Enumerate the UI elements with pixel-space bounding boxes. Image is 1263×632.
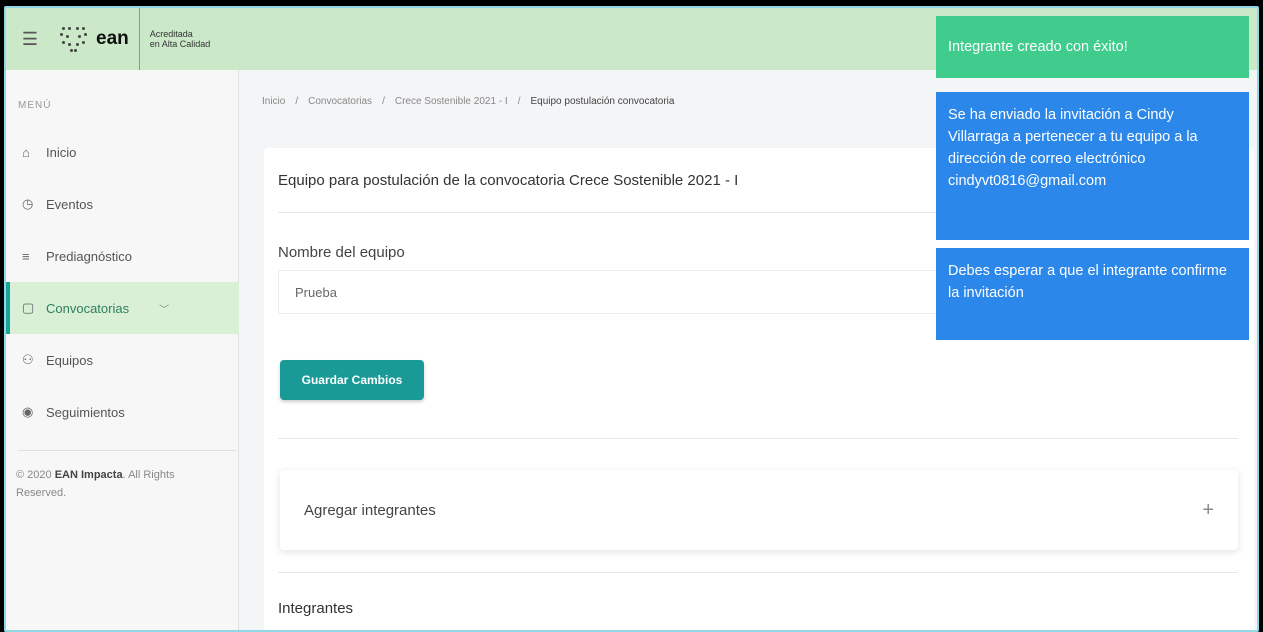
divider — [278, 438, 1238, 439]
team-icon: ⚇ — [22, 352, 34, 367]
sidebar-item-label: Prediagnóstico — [46, 248, 132, 264]
hamburger-icon[interactable]: ☰ — [6, 8, 54, 70]
logo-text: ean — [96, 28, 129, 49]
menu-title: MENÚ — [18, 100, 52, 111]
ean-logo[interactable]: ean — [54, 8, 140, 70]
wait-confirmation-toast[interactable]: Debes esperar a que el integrante confir… — [936, 248, 1249, 340]
chevron-down-icon: ﹀ — [159, 304, 170, 316]
add-members-label: Agregar integrantes — [304, 501, 436, 519]
sidebar: MENÚ ⌂ Inicio ◷ Eventos ≡ Prediagnóstico… — [6, 70, 239, 630]
accreditation-label: Acreditada en Alta Calidad — [149, 29, 211, 49]
invitation-toast[interactable]: Se ha enviado la invitación a Cindy Vill… — [936, 92, 1249, 240]
eye-icon: ◉ — [22, 404, 34, 419]
copyright-text: © 2020 EAN Impacta. All Rights Reserved. — [16, 469, 175, 499]
breadcrumb-current: Equipo postulación convocatoria — [530, 96, 675, 107]
add-members-accordion[interactable]: Agregar integrantes + — [280, 470, 1238, 550]
sidebar-item-equipos[interactable]: ⚇ Equipos — [6, 334, 239, 386]
sidebar-item-inicio[interactable]: ⌂ Inicio — [6, 126, 239, 178]
success-toast[interactable]: Integrante creado con éxito! — [936, 16, 1249, 78]
sidebar-item-prediagnostico[interactable]: ≡ Prediagnóstico — [6, 230, 239, 282]
sidebar-item-label: Convocatorias — [46, 300, 130, 316]
copyright-brand: EAN Impacta — [54, 469, 123, 481]
breadcrumb-convocatorias[interactable]: Convocatorias — [308, 96, 372, 107]
sidebar-item-label: Eventos — [46, 196, 93, 212]
document-icon: ▢ — [22, 300, 35, 315]
invitation-toast-text: Se ha enviado la invitación a Cindy Vill… — [948, 107, 1198, 189]
members-title: Integrantes — [278, 600, 354, 617]
divider — [278, 572, 1238, 573]
sidebar-item-label: Equipos — [46, 352, 93, 368]
sidebar-item-label: Seguimientos — [46, 404, 125, 420]
page-title: Equipo para postulación de la convocator… — [278, 172, 739, 189]
breadcrumb-convocatoria[interactable]: Crece Sostenible 2021 - I — [395, 96, 508, 107]
wait-confirmation-toast-text: Debes esperar a que el integrante confir… — [948, 263, 1227, 301]
logo-dots-icon — [54, 19, 94, 59]
clock-icon: ◷ — [22, 196, 34, 211]
sidebar-item-seguimientos[interactable]: ◉ Seguimientos — [6, 386, 239, 438]
home-icon: ⌂ — [22, 144, 30, 160]
breadcrumb: Inicio / Convocatorias / Crece Sostenible 20… — [262, 96, 675, 107]
breadcrumb-inicio[interactable]: Inicio — [262, 96, 285, 107]
sidebar-divider — [18, 450, 236, 451]
list-icon: ≡ — [22, 248, 30, 264]
team-name-label: Nombre del equipo — [278, 244, 405, 261]
save-changes-button[interactable]: Guardar Cambios — [280, 360, 424, 400]
sidebar-item-label: Inicio — [46, 144, 77, 160]
app-window: ☰ ean Acreditada en Alta Calidad MENÚ ⌂ … — [4, 6, 1259, 632]
sidebar-item-eventos[interactable]: ◷ Eventos — [6, 178, 239, 230]
success-toast-text: Integrante creado con éxito! — [948, 39, 1128, 55]
plus-icon[interactable]: + — [1202, 499, 1214, 522]
sidebar-item-convocatorias[interactable]: ▢ Convocatorias ﹀ — [6, 282, 239, 334]
